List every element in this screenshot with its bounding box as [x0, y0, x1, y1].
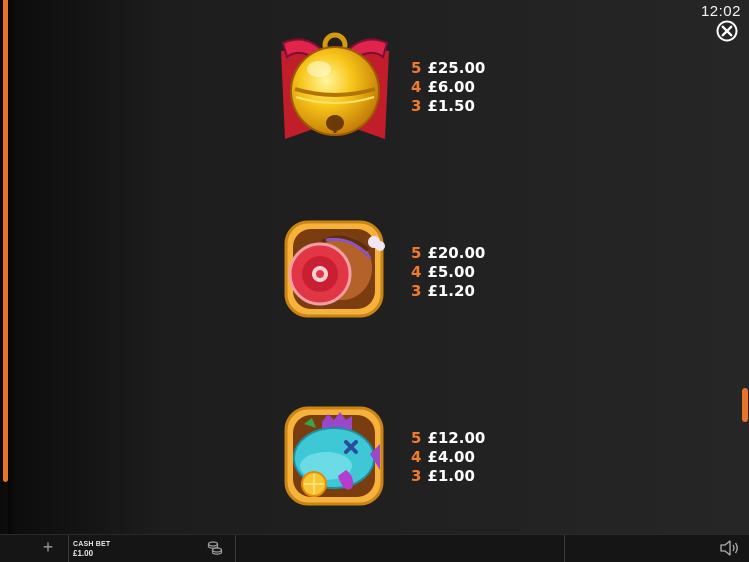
pay-row: 3 £1.20 [411, 282, 485, 301]
paytable-symbol-bell [279, 31, 391, 143]
sound-button[interactable] [719, 539, 741, 557]
pay-row: 4 £6.00 [411, 78, 485, 97]
coins-button[interactable] [207, 540, 223, 556]
coins-icon [207, 541, 223, 555]
match-count: 4 [411, 448, 422, 466]
pay-row: 5 £20.00 [411, 244, 485, 263]
cash-bet-label: CASH BET [73, 541, 111, 548]
pay-amount: £25.00 [427, 59, 486, 77]
plus-button[interactable]: + [40, 538, 56, 556]
pay-row: 3 £1.00 [411, 467, 485, 486]
close-button[interactable] [716, 20, 738, 42]
pay-amount: £5.00 [427, 263, 475, 281]
clock: 12:02 [700, 3, 741, 20]
pay-amount: £20.00 [427, 244, 486, 262]
cash-bet-value: £1.00 [73, 549, 94, 558]
pay-row: 4 £5.00 [411, 263, 485, 282]
close-icon [716, 20, 738, 42]
paytable-fish: 5 £12.00 4 £4.00 3 £1.00 [411, 429, 485, 486]
pay-row: 5 £12.00 [411, 429, 485, 448]
pay-row: 5 £25.00 [411, 59, 485, 78]
paytable-ham: 5 £20.00 4 £5.00 3 £1.20 [411, 244, 485, 301]
golden-bell-icon [281, 32, 389, 139]
match-count: 5 [411, 244, 422, 262]
pay-amount: £1.20 [427, 282, 475, 300]
paytable-symbol-fish [282, 404, 386, 508]
match-count: 5 [411, 59, 422, 77]
bottom-bar: + CASH BET £1.00 [0, 534, 749, 562]
match-count: 5 [411, 429, 422, 447]
fish-icon [284, 406, 384, 506]
pay-amount: £12.00 [427, 429, 486, 447]
divider [235, 535, 236, 562]
pay-amount: £6.00 [427, 78, 475, 96]
divider [564, 535, 565, 562]
match-count: 3 [411, 467, 422, 485]
match-count: 4 [411, 263, 422, 281]
speaker-icon [720, 540, 738, 556]
match-count: 3 [411, 282, 422, 300]
paytable-symbol-ham [282, 216, 386, 320]
pay-row: 3 £1.50 [411, 97, 485, 116]
pay-amount: £1.50 [427, 97, 475, 115]
scrollbar-thumb[interactable] [742, 388, 748, 422]
divider [68, 535, 69, 562]
match-count: 4 [411, 78, 422, 96]
ham-icon [284, 220, 385, 318]
pay-amount: £1.00 [427, 467, 475, 485]
match-count: 3 [411, 97, 422, 115]
pay-amount: £4.00 [427, 448, 475, 466]
pay-row: 4 £4.00 [411, 448, 485, 467]
left-edge-shadow [8, 0, 16, 535]
paytable-bell: 5 £25.00 4 £6.00 3 £1.50 [411, 59, 485, 116]
